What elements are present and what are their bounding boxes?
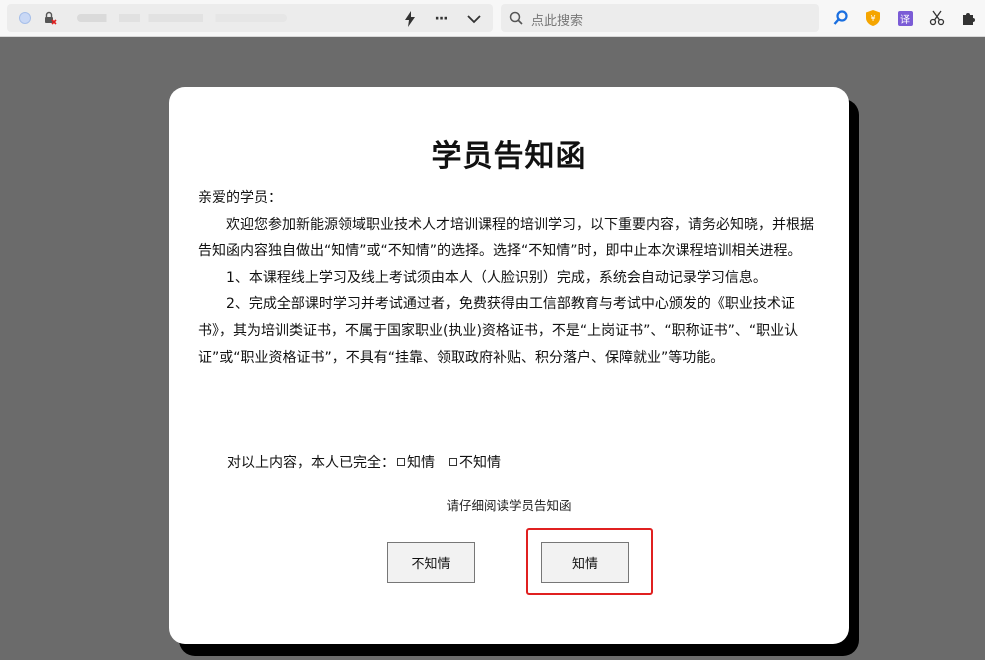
lightning-icon[interactable]: [401, 10, 419, 28]
site-favicon-icon: [19, 12, 31, 24]
confirm-line: 对以上内容，本人已完全： 知情 不知情: [227, 452, 501, 472]
search-icon: [509, 11, 523, 25]
blurred-url: [77, 14, 287, 22]
not-know-button[interactable]: 不知情: [387, 542, 475, 583]
checkbox-not-know[interactable]: [449, 458, 457, 466]
option-know[interactable]: 知情: [395, 452, 435, 472]
read-hint: 请仔细阅读学员告知函: [446, 498, 572, 513]
paragraph-item-2: 2、完成全部课时学习并考试通过者，免费获得由工信部教育与考试中心颁发的《职业技术…: [198, 296, 799, 366]
chevron-down-icon[interactable]: [465, 10, 483, 28]
shield-extension-icon[interactable]: ¥: [864, 9, 882, 27]
search-box[interactable]: 点此搜索: [501, 4, 819, 32]
option-not-know[interactable]: 不知情: [447, 452, 501, 472]
greeting: 亲爱的学员：: [198, 190, 282, 206]
more-icon[interactable]: ···: [432, 10, 450, 28]
address-bar[interactable]: ···: [7, 4, 493, 32]
translate-extension-icon[interactable]: 译: [896, 9, 914, 27]
scissors-icon[interactable]: [928, 9, 946, 27]
search-placeholder: 点此搜索: [531, 14, 584, 29]
paragraph-intro: 欢迎您参加新能源领域职业技术人才培训课程的培训学习，以下重要内容，请务必知晓，并…: [198, 216, 814, 260]
notice-body: 亲爱的学员： 欢迎您参加新能源领域职业技术人才培训课程的培训学习，以下重要内容，…: [198, 185, 822, 371]
magnifier-extension-icon[interactable]: [832, 9, 850, 27]
paragraph-item-1: 1、本课程线上学习及线上考试须由本人（人脸识别）完成，系统会自动记录学习信息。: [226, 269, 767, 286]
svg-text:¥: ¥: [870, 14, 875, 23]
modal-title: 学员告知函: [431, 139, 587, 174]
highlight-box: [526, 528, 653, 595]
puzzle-extension-icon[interactable]: [960, 9, 978, 27]
notice-modal: 学员告知函 亲爱的学员： 欢迎您参加新能源领域职业技术人才培训课程的培训学习，以…: [169, 87, 849, 644]
lock-warning-icon[interactable]: [43, 11, 57, 25]
confirm-prefix: 对以上内容，本人已完全：: [227, 455, 395, 471]
checkbox-know[interactable]: [397, 458, 405, 466]
browser-toolbar: ··· 点此搜索 ¥ 译: [0, 0, 985, 37]
